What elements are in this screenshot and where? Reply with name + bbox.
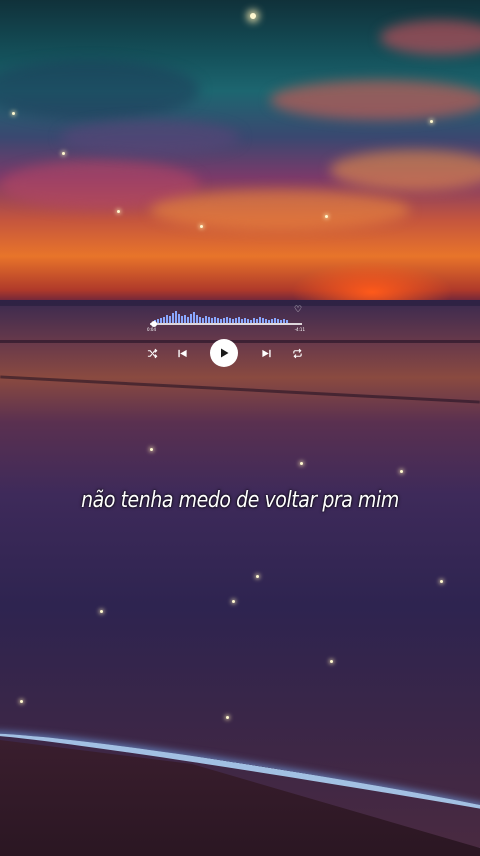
cloud bbox=[150, 190, 410, 230]
waveform-bar bbox=[169, 316, 171, 323]
play-icon bbox=[221, 348, 229, 358]
star bbox=[300, 462, 303, 465]
star bbox=[117, 210, 120, 213]
star bbox=[430, 120, 433, 123]
waveform-bar bbox=[172, 313, 174, 323]
star bbox=[200, 225, 203, 228]
repeat-button[interactable] bbox=[291, 347, 303, 359]
lyric-line: não tenha medo de voltar pra mim bbox=[81, 488, 399, 513]
background-scene bbox=[0, 0, 480, 856]
star bbox=[12, 112, 15, 115]
star bbox=[62, 152, 65, 155]
previous-button[interactable] bbox=[176, 347, 188, 359]
star bbox=[250, 13, 256, 19]
elapsed-time: 0:04 bbox=[147, 327, 156, 332]
waveform-bar bbox=[184, 315, 186, 323]
star bbox=[256, 575, 259, 578]
waveform-bar bbox=[190, 314, 192, 323]
star bbox=[150, 448, 153, 451]
shuffle-icon bbox=[147, 348, 157, 358]
repeat-icon bbox=[292, 348, 302, 358]
waveform-bar bbox=[178, 314, 180, 323]
waveform-bar bbox=[193, 312, 195, 323]
star bbox=[226, 716, 229, 719]
cloud bbox=[60, 120, 240, 155]
star bbox=[330, 660, 333, 663]
star bbox=[100, 610, 103, 613]
shuffle-button[interactable] bbox=[146, 347, 158, 359]
remaining-time: -4:11 bbox=[294, 327, 305, 332]
star bbox=[325, 215, 328, 218]
star bbox=[20, 700, 23, 703]
waveform-bar bbox=[196, 315, 198, 323]
next-button[interactable] bbox=[260, 347, 272, 359]
waveform-bar bbox=[181, 316, 183, 323]
cloud bbox=[270, 80, 480, 120]
waveform-bar bbox=[166, 315, 168, 323]
waveform-bar bbox=[175, 311, 177, 323]
audio-waveform bbox=[154, 309, 294, 323]
play-button[interactable] bbox=[210, 339, 238, 367]
music-player: ♡ 0:04 -4:11 bbox=[146, 302, 306, 372]
next-icon bbox=[261, 349, 271, 357]
star bbox=[232, 600, 235, 603]
progress-bar[interactable] bbox=[150, 323, 302, 325]
star bbox=[440, 580, 443, 583]
star bbox=[400, 470, 403, 473]
heart-icon[interactable]: ♡ bbox=[293, 305, 303, 315]
waveform-bar bbox=[205, 316, 207, 323]
previous-icon bbox=[177, 349, 187, 357]
